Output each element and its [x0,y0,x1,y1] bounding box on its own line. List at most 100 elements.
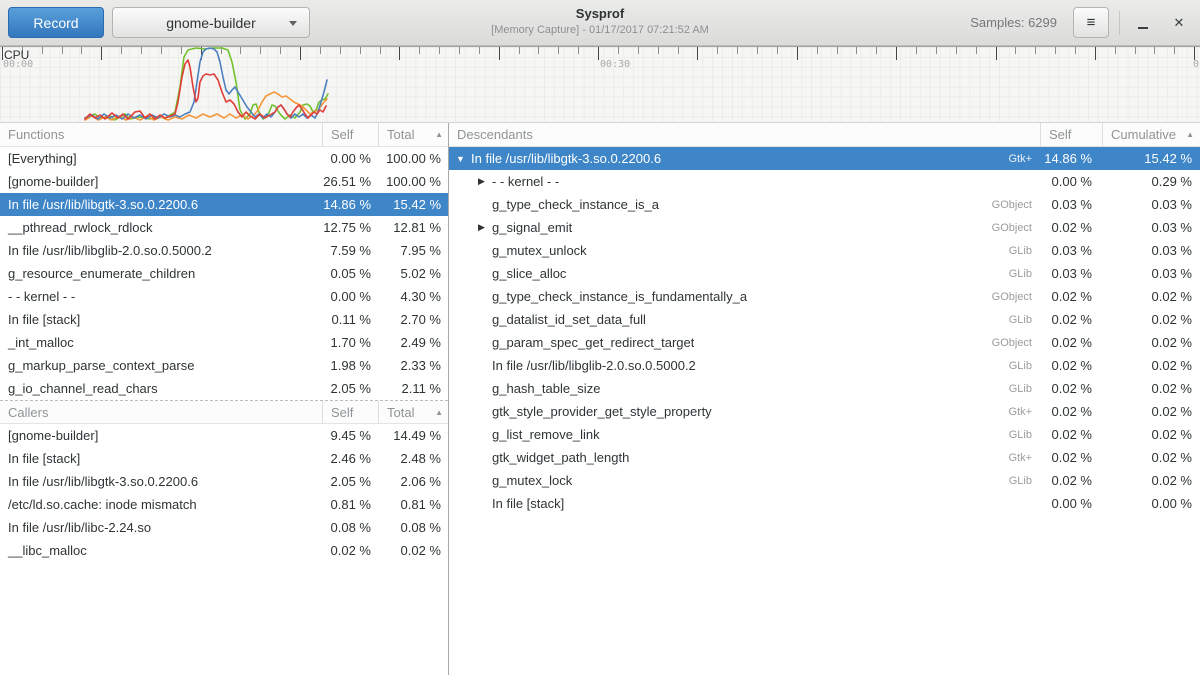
functions-table-row[interactable]: In file [stack]0.11 %2.70 % [0,308,448,331]
descendants-cumulative-column-header[interactable]: Cumulative ▲ [1102,123,1200,146]
function-name: In file /usr/lib/libgtk-3.so.0.2200.6 [467,151,661,166]
functions-table-row[interactable]: - - kernel - -0.00 %4.30 % [0,285,448,308]
function-name: g_markup_parse_context_parse [0,358,322,373]
cumulative-percent: 0.03 % [1102,243,1200,258]
record-button[interactable]: Record [8,7,104,38]
self-percent: 0.02 % [1040,358,1102,373]
self-percent: 26.51 % [322,174,378,189]
callers-table-row[interactable]: __libc_malloc0.02 %0.02 % [0,539,448,562]
cumulative-percent: 0.02 % [1102,358,1200,373]
descendants-column-header[interactable]: Descendants [449,123,1040,146]
cumulative-percent: 0.02 % [1102,312,1200,327]
functions-self-column-header[interactable]: Self [322,123,378,146]
descendants-table-row[interactable]: g_mutex_lockGLib0.02 %0.02 % [449,469,1200,492]
functions-table-row[interactable]: g_markup_parse_context_parse1.98 %2.33 % [0,354,448,377]
self-percent: 0.02 % [322,543,378,558]
functions-table-row[interactable]: In file /usr/lib/libglib-2.0.so.0.5000.2… [0,239,448,262]
functions-table-row[interactable]: In file /usr/lib/libgtk-3.so.0.2200.614.… [0,193,448,216]
self-percent: 0.02 % [1040,381,1102,396]
descendants-table-row[interactable]: In file [stack]0.00 %0.00 % [449,492,1200,515]
function-name: g_io_channel_read_chars [0,381,322,396]
total-percent: 15.42 % [378,197,448,212]
category-label: GLib [1009,268,1040,280]
expander-closed-icon[interactable]: ▶ [475,176,488,187]
self-percent: 0.08 % [322,520,378,535]
close-button[interactable]: ✕ [1166,10,1192,36]
function-name: gtk_style_provider_get_style_property [488,404,712,419]
descendants-table-row[interactable]: In file /usr/lib/libglib-2.0.so.0.5000.2… [449,354,1200,377]
descendants-table-row[interactable]: g_type_check_instance_is_aGObject0.03 %0… [449,193,1200,216]
self-percent: 0.02 % [1040,289,1102,304]
descendants-table-row[interactable]: ▼In file /usr/lib/libgtk-3.so.0.2200.6Gt… [449,147,1200,170]
self-percent: 2.46 % [322,451,378,466]
total-percent: 12.81 % [378,220,448,235]
cpu-line-red [85,60,326,119]
window-subtitle: [Memory Capture] - 01/17/2017 07:21:52 A… [300,24,900,36]
function-name: __pthread_rwlock_rdlock [0,220,322,235]
total-percent: 2.48 % [378,451,448,466]
cpu-line-green [85,48,328,120]
self-percent: 2.05 % [322,474,378,489]
descendants-table-row[interactable]: g_list_remove_linkGLib0.02 %0.02 % [449,423,1200,446]
descendants-table-row[interactable]: g_hash_table_sizeGLib0.02 %0.02 % [449,377,1200,400]
callers-self-column-header[interactable]: Self [322,401,378,423]
functions-total-column-header[interactable]: Total ▲ [378,123,448,146]
functions-column-header[interactable]: Functions [0,123,322,146]
header-bar: Record gnome-builder Sysprof [Memory Cap… [0,0,1200,46]
descendants-table-row[interactable]: gtk_widget_path_lengthGtk+0.02 %0.02 % [449,446,1200,469]
function-name: g_mutex_unlock [488,243,587,258]
descendants-table-row[interactable]: g_mutex_unlockGLib0.03 %0.03 % [449,239,1200,262]
descendants-table-row[interactable]: ▶g_signal_emitGObject0.02 %0.03 % [449,216,1200,239]
function-name: In file /usr/lib/libglib-2.0.so.0.5000.2 [0,243,322,258]
right-pane: Descendants Self Cumulative ▲ ▼In file /… [449,123,1200,675]
callers-column-header[interactable]: Callers [0,401,322,423]
function-name: g_resource_enumerate_children [0,266,322,281]
cpu-graph[interactable]: CPU 00:0000:3001:00 [0,46,1200,123]
expander-closed-icon[interactable]: ▶ [475,222,488,233]
descendants-table-row[interactable]: gtk_style_provider_get_style_property Gtk… [449,400,1200,423]
descendants-table-row[interactable]: g_datalist_id_set_data_fullGLib0.02 %0.0… [449,308,1200,331]
category-label: GObject [992,337,1040,349]
total-percent: 100.00 % [378,151,448,166]
samples-count: Samples: 6299 [970,15,1057,30]
function-name: g_param_spec_get_redirect_target [488,335,694,350]
functions-table-row[interactable]: _int_malloc1.70 %2.49 % [0,331,448,354]
total-percent: 2.11 % [378,381,448,396]
self-percent: 0.02 % [1040,427,1102,442]
descendants-table-row[interactable]: g_slice_allocGLib0.03 %0.03 % [449,262,1200,285]
callers-table-row[interactable]: In file /usr/lib/libc-2.24.so0.08 %0.08 … [0,516,448,539]
functions-table-row[interactable]: [Everything]0.00 %100.00 % [0,147,448,170]
descendants-table-row[interactable]: g_type_check_instance_is_fundamentally_a… [449,285,1200,308]
time-label: 00:00 [3,59,33,70]
total-percent: 2.06 % [378,474,448,489]
callers-rows: [gnome-builder]9.45 %14.49 %In file [sta… [0,424,448,562]
functions-table-row[interactable]: __pthread_rwlock_rdlock12.75 %12.81 % [0,216,448,239]
callers-table-row[interactable]: /etc/ld.so.cache: inode mismatch0.81 %0.… [0,493,448,516]
functions-table-row[interactable]: g_resource_enumerate_children0.05 %5.02 … [0,262,448,285]
descendants-self-column-header[interactable]: Self [1040,123,1102,146]
process-selector-dropdown[interactable]: gnome-builder [112,7,310,38]
total-percent: 2.70 % [378,312,448,327]
category-label: Gtk+ [1008,406,1040,418]
functions-table-row[interactable]: [gnome-builder]26.51 %100.00 % [0,170,448,193]
descendants-table-row[interactable]: ▶- - kernel - -0.00 %0.29 % [449,170,1200,193]
total-percent: 0.02 % [378,543,448,558]
functions-total-label: Total [387,127,414,142]
callers-total-column-header[interactable]: Total ▲ [378,401,448,423]
descendants-table-row[interactable]: g_param_spec_get_redirect_targetGObject0… [449,331,1200,354]
minimize-icon [1138,27,1148,29]
category-label: GLib [1009,429,1040,441]
callers-table-row[interactable]: [gnome-builder]9.45 %14.49 % [0,424,448,447]
expander-open-icon[interactable]: ▼ [454,154,467,164]
callers-table-row[interactable]: In file [stack]2.46 %2.48 % [0,447,448,470]
functions-table-row[interactable]: g_io_channel_read_chars2.05 %2.11 % [0,377,448,400]
minimize-button[interactable] [1130,10,1156,36]
function-name: __libc_malloc [0,543,322,558]
callers-table-row[interactable]: In file /usr/lib/libgtk-3.so.0.2200.62.0… [0,470,448,493]
descendants-cumulative-label: Cumulative [1111,127,1176,142]
descendants-rows: ▼In file /usr/lib/libgtk-3.so.0.2200.6 Gt… [449,147,1200,515]
functions-rows: [Everything]0.00 %100.00 %[gnome-builder… [0,147,448,400]
function-name: g_type_check_instance_is_fundamentally_a [488,289,747,304]
category-label: GLib [1009,383,1040,395]
menu-button[interactable]: ≡ [1073,7,1109,38]
